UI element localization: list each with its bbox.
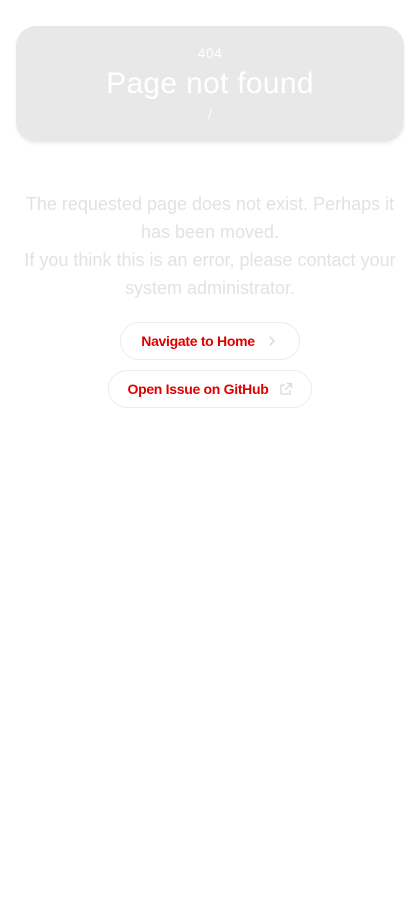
- navigate-home-button[interactable]: Navigate to Home: [120, 322, 300, 360]
- open-issue-github-button[interactable]: Open Issue on GitHub: [108, 370, 312, 408]
- error-message: The requested page does not exist. Perha…: [20, 190, 400, 302]
- chevron-right-icon: [265, 334, 279, 348]
- page-title: Page not found: [106, 67, 314, 100]
- error-page: 404 Page not found / The requested page …: [0, 0, 420, 920]
- external-link-icon: [279, 382, 293, 396]
- error-header-card: 404 Page not found /: [16, 26, 404, 142]
- requested-path: /: [208, 106, 212, 122]
- error-message-line-1: The requested page does not exist. Perha…: [25, 194, 395, 242]
- navigate-home-label: Navigate to Home: [141, 333, 255, 349]
- error-message-line-2: If you think this is an error, please co…: [24, 250, 396, 298]
- error-code: 404: [197, 45, 223, 61]
- open-issue-label: Open Issue on GitHub: [127, 381, 269, 397]
